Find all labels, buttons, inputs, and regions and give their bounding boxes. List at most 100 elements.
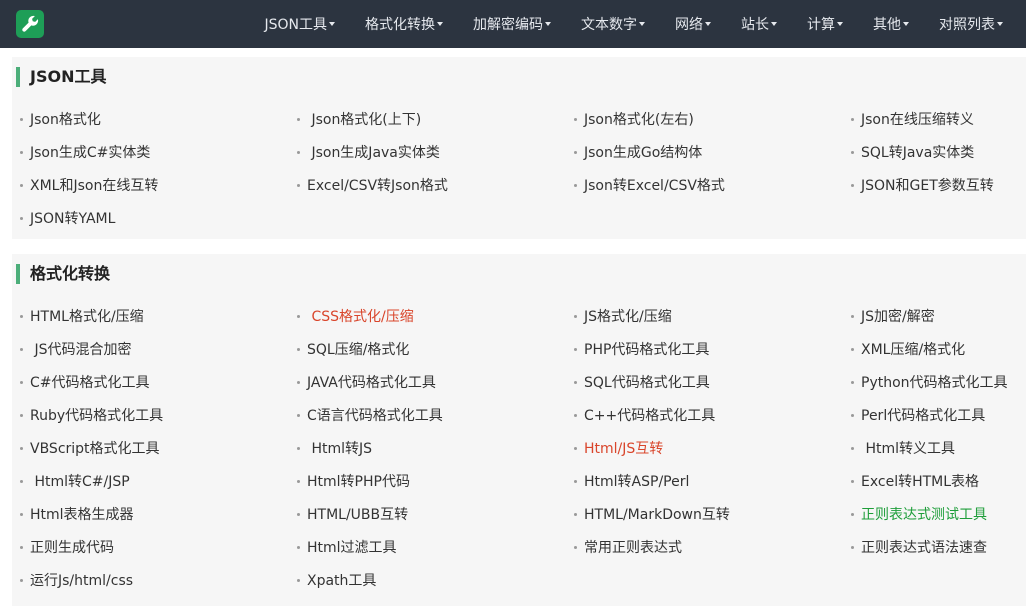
tool-link[interactable]: SQL转Java实体类 <box>851 140 1020 173</box>
tool-link[interactable]: JAVA代码格式化工具 <box>297 370 574 403</box>
tool-link[interactable]: Json生成Go结构体 <box>574 140 851 173</box>
tool-link[interactable]: Html转C#/JSP <box>20 469 297 502</box>
nav-item[interactable]: 计算 <box>792 0 858 48</box>
tool-link[interactable]: Json在线压缩转义 <box>851 107 1020 140</box>
bullet-icon <box>851 347 854 351</box>
tool-link[interactable]: 正则表达式语法速查 <box>851 535 1020 568</box>
tool-link[interactable]: Json格式化 <box>20 107 297 140</box>
tool-link[interactable]: Html转JS <box>297 436 574 469</box>
nav-item[interactable]: 网络 <box>660 0 726 48</box>
nav-item[interactable]: 对照列表 <box>924 0 1018 48</box>
bullet-icon <box>574 314 577 318</box>
bullet-icon <box>297 183 300 187</box>
nav-item[interactable]: 文本数字 <box>566 0 660 48</box>
bullet-icon <box>20 512 23 516</box>
tool-link[interactable]: Excel/CSV转Json格式 <box>297 173 574 206</box>
tool-link[interactable]: SQL代码格式化工具 <box>574 370 851 403</box>
tool-link-label: Html转ASP/Perl <box>584 474 690 490</box>
tool-link-label: HTML/MarkDown互转 <box>584 507 730 523</box>
tool-link[interactable]: JS格式化/压缩 <box>574 304 851 337</box>
tool-link[interactable]: HTML/UBB互转 <box>297 502 574 535</box>
tool-link-label: XML和Json在线互转 <box>30 178 159 194</box>
tool-link[interactable]: 运行Js/html/css <box>20 568 297 601</box>
tool-link-label: Json生成Go结构体 <box>584 145 703 161</box>
nav-item[interactable]: 格式化转换 <box>350 0 458 48</box>
tool-link[interactable]: C++代码格式化工具 <box>574 403 851 436</box>
tool-link-label: C#代码格式化工具 <box>30 375 150 391</box>
tool-link[interactable]: 正则表达式测试工具 <box>851 502 1020 535</box>
bullet-icon <box>574 117 577 121</box>
tool-link-label: HTML/UBB互转 <box>307 507 409 523</box>
bullet-icon <box>297 150 300 154</box>
tool-link-label: Excel/CSV转Json格式 <box>307 178 448 194</box>
tool-link-label: Xpath工具 <box>307 573 377 589</box>
bullet-icon <box>20 446 23 450</box>
caret-down-icon <box>329 22 335 26</box>
tool-link[interactable]: HTML/MarkDown互转 <box>574 502 851 535</box>
tool-link[interactable]: Json转Excel/CSV格式 <box>574 173 851 206</box>
nav-item[interactable]: 加解密编码 <box>458 0 566 48</box>
nav-item-label: JSON工具 <box>264 17 327 33</box>
tool-link[interactable]: Xpath工具 <box>297 568 574 601</box>
tool-link[interactable]: Python代码格式化工具 <box>851 370 1020 403</box>
bullet-icon <box>574 347 577 351</box>
bullet-icon <box>297 479 300 483</box>
tool-link[interactable]: Html转义工具 <box>851 436 1020 469</box>
tool-link[interactable]: JSON和GET参数互转 <box>851 173 1020 206</box>
tool-link-label: JS格式化/压缩 <box>584 309 672 325</box>
nav-item-label: 计算 <box>807 17 835 33</box>
tool-link-label: C语言代码格式化工具 <box>307 408 443 424</box>
tool-link-label: C++代码格式化工具 <box>584 408 716 424</box>
tool-link[interactable]: SQL压缩/格式化 <box>297 337 574 370</box>
bullet-icon <box>297 347 300 351</box>
tool-link[interactable]: HTML格式化/压缩 <box>20 304 297 337</box>
section-json-tools: JSON工具 Json格式化 Json格式化(上下) Json格式化(左右) Jso… <box>12 57 1026 239</box>
tool-link[interactable]: JSON转YAML <box>20 206 297 239</box>
tool-link[interactable]: Excel转HTML表格 <box>851 469 1020 502</box>
nav-item[interactable]: 其他 <box>858 0 924 48</box>
bullet-icon <box>297 117 300 121</box>
tool-link-label: XML压缩/格式化 <box>861 342 966 358</box>
tool-link[interactable]: XML压缩/格式化 <box>851 337 1020 370</box>
nav-item[interactable]: 站长 <box>726 0 792 48</box>
tool-link[interactable]: Html表格生成器 <box>20 502 297 535</box>
tool-link[interactable]: JS代码混合加密 <box>20 337 297 370</box>
tool-link[interactable]: PHP代码格式化工具 <box>574 337 851 370</box>
tool-link[interactable]: Json生成C#实体类 <box>20 140 297 173</box>
tool-link[interactable]: CSS格式化/压缩 <box>297 304 574 337</box>
bullet-icon <box>574 545 577 549</box>
site-logo[interactable] <box>16 10 44 38</box>
tool-link[interactable]: C#代码格式化工具 <box>20 370 297 403</box>
caret-down-icon <box>437 22 443 26</box>
bullet-icon <box>851 512 854 516</box>
bullet-icon <box>574 512 577 516</box>
bullet-icon <box>20 183 23 187</box>
caret-down-icon <box>903 22 909 26</box>
tool-link-label: Ruby代码格式化工具 <box>30 408 164 424</box>
top-navbar: JSON工具 格式化转换 加解密编码 文本数字 网络 站长 计算 其他 对照列表 <box>0 0 1026 48</box>
nav-item[interactable]: JSON工具 <box>249 0 350 48</box>
tool-link-label: 常用正则表达式 <box>584 540 682 556</box>
tool-link[interactable]: JS加密/解密 <box>851 304 1020 337</box>
tool-link[interactable]: 正则生成代码 <box>20 535 297 568</box>
bullet-icon <box>297 545 300 549</box>
tool-link[interactable]: 常用正则表达式 <box>574 535 851 568</box>
tool-link[interactable]: Html过滤工具 <box>297 535 574 568</box>
tool-link[interactable]: Html转PHP代码 <box>297 469 574 502</box>
tool-link[interactable]: C语言代码格式化工具 <box>297 403 574 436</box>
bullet-icon <box>574 150 577 154</box>
tool-link[interactable]: XML和Json在线互转 <box>20 173 297 206</box>
tool-link[interactable]: Html/JS互转 <box>574 436 851 469</box>
tool-link-label: Excel转HTML表格 <box>861 474 980 490</box>
tool-link[interactable]: Json格式化(上下) <box>297 107 574 140</box>
tool-link[interactable]: Ruby代码格式化工具 <box>20 403 297 436</box>
bullet-icon <box>851 413 854 417</box>
tool-link[interactable]: Json生成Java实体类 <box>297 140 574 173</box>
bullet-icon <box>851 150 854 154</box>
tool-link[interactable]: Html转ASP/Perl <box>574 469 851 502</box>
tool-link[interactable]: VBScript格式化工具 <box>20 436 297 469</box>
caret-down-icon <box>997 22 1003 26</box>
tool-link[interactable]: Json格式化(左右) <box>574 107 851 140</box>
nav-item-label: 文本数字 <box>581 17 637 33</box>
tool-link[interactable]: Perl代码格式化工具 <box>851 403 1020 436</box>
